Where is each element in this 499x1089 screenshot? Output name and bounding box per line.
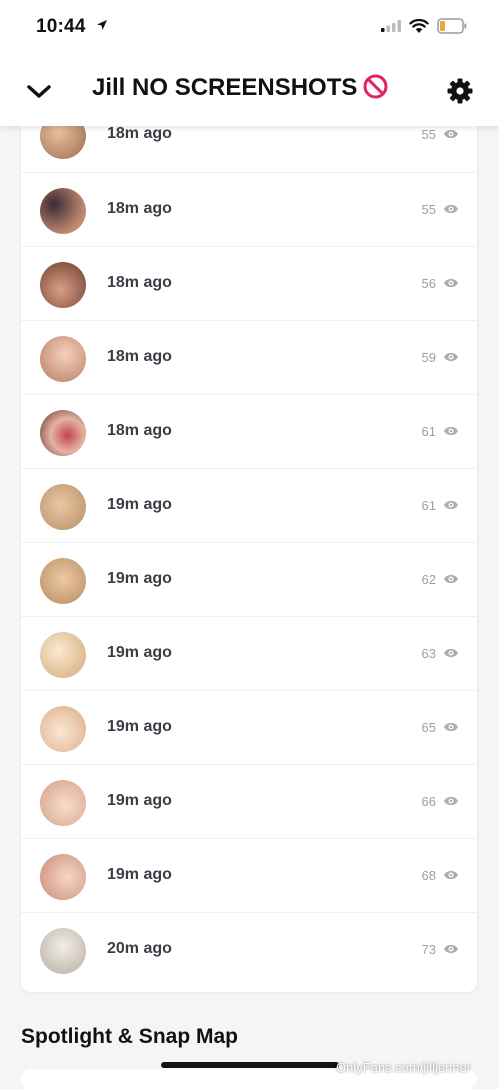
- story-thumbnail: [40, 188, 86, 234]
- story-time: 19m ago: [107, 792, 172, 809]
- story-time: 18m ago: [107, 422, 172, 439]
- eye-icon: [444, 722, 458, 732]
- eye-icon: [444, 129, 458, 139]
- story-time: 19m ago: [107, 718, 172, 735]
- location-arrow-icon: [97, 20, 107, 30]
- eye-icon: [444, 574, 458, 584]
- view-count: 65: [421, 720, 436, 735]
- story-row[interactable]: 19m ago 63: [21, 616, 477, 691]
- chevron-down-icon[interactable]: [24, 76, 54, 106]
- eye-icon: [444, 352, 458, 362]
- story-time: 18m ago: [107, 200, 172, 217]
- story-time: 19m ago: [107, 570, 172, 587]
- story-row[interactable]: 18m ago 56: [21, 246, 477, 321]
- view-count: 55: [421, 127, 436, 142]
- story-row[interactable]: 18m ago 55: [21, 172, 477, 247]
- story-time: 19m ago: [107, 644, 172, 661]
- watermark: OnlyFans.com/jilljenner: [336, 1060, 472, 1075]
- eye-icon: [444, 870, 458, 880]
- view-count: 61: [421, 424, 436, 439]
- story-thumbnail: [40, 928, 86, 974]
- view-count: 63: [421, 646, 436, 661]
- story-thumbnail: [40, 780, 86, 826]
- story-time: 18m ago: [107, 274, 172, 291]
- story-row[interactable]: 19m ago 65: [21, 690, 477, 765]
- story-thumbnail: [40, 558, 86, 604]
- eye-icon: [444, 648, 458, 658]
- story-thumbnail: [40, 410, 86, 456]
- view-count: 66: [421, 794, 436, 809]
- view-count: 73: [421, 942, 436, 957]
- view-count: 56: [421, 276, 436, 291]
- eye-icon: [444, 426, 458, 436]
- story-row[interactable]: 18m ago 61: [21, 394, 477, 469]
- story-time: 18m ago: [107, 125, 172, 142]
- story-time: 20m ago: [107, 940, 172, 957]
- cellular-signal-icon: [381, 20, 401, 32]
- gear-icon[interactable]: [447, 78, 473, 104]
- story-title-text: Jill NO SCREENSHOTS: [92, 74, 358, 101]
- story-row[interactable]: 18m ago 59: [21, 320, 477, 395]
- view-count: 62: [421, 572, 436, 587]
- story-row[interactable]: 19m ago 66: [21, 764, 477, 839]
- eye-icon: [444, 944, 458, 954]
- story-time: 19m ago: [107, 496, 172, 513]
- story-list-card: 18m ago 55 18m ago 55 18m ago 56 18m ago…: [21, 98, 477, 992]
- status-bar: 10:44: [0, 0, 499, 56]
- story-thumbnail: [40, 336, 86, 382]
- story-time: 18m ago: [107, 348, 172, 365]
- battery-icon: [437, 18, 467, 34]
- eye-icon: [444, 500, 458, 510]
- eye-icon: [444, 278, 458, 288]
- wifi-icon: [409, 18, 429, 33]
- story-thumbnail: [40, 854, 86, 900]
- view-count: 55: [421, 202, 436, 217]
- view-count: 59: [421, 350, 436, 365]
- story-thumbnail: [40, 262, 86, 308]
- story-row[interactable]: 19m ago 61: [21, 468, 477, 543]
- view-count: 68: [421, 868, 436, 883]
- home-indicator[interactable]: [161, 1062, 339, 1068]
- story-thumbnail: [40, 484, 86, 530]
- page-title: Jill NO SCREENSHOTS: [92, 74, 412, 102]
- eye-icon: [444, 796, 458, 806]
- story-row[interactable]: 20m ago 73: [21, 912, 477, 987]
- no-entry-icon: [363, 74, 388, 99]
- story-thumbnail: [40, 706, 86, 752]
- story-header: Jill NO SCREENSHOTS: [0, 56, 499, 126]
- eye-icon: [444, 204, 458, 214]
- story-thumbnail: [40, 632, 86, 678]
- story-time: 19m ago: [107, 866, 172, 883]
- story-row[interactable]: 19m ago 68: [21, 838, 477, 913]
- story-row[interactable]: 19m ago 62: [21, 542, 477, 617]
- section-title: Spotlight & Snap Map: [21, 1025, 238, 1048]
- status-time: 10:44: [36, 16, 86, 37]
- view-count: 61: [421, 498, 436, 513]
